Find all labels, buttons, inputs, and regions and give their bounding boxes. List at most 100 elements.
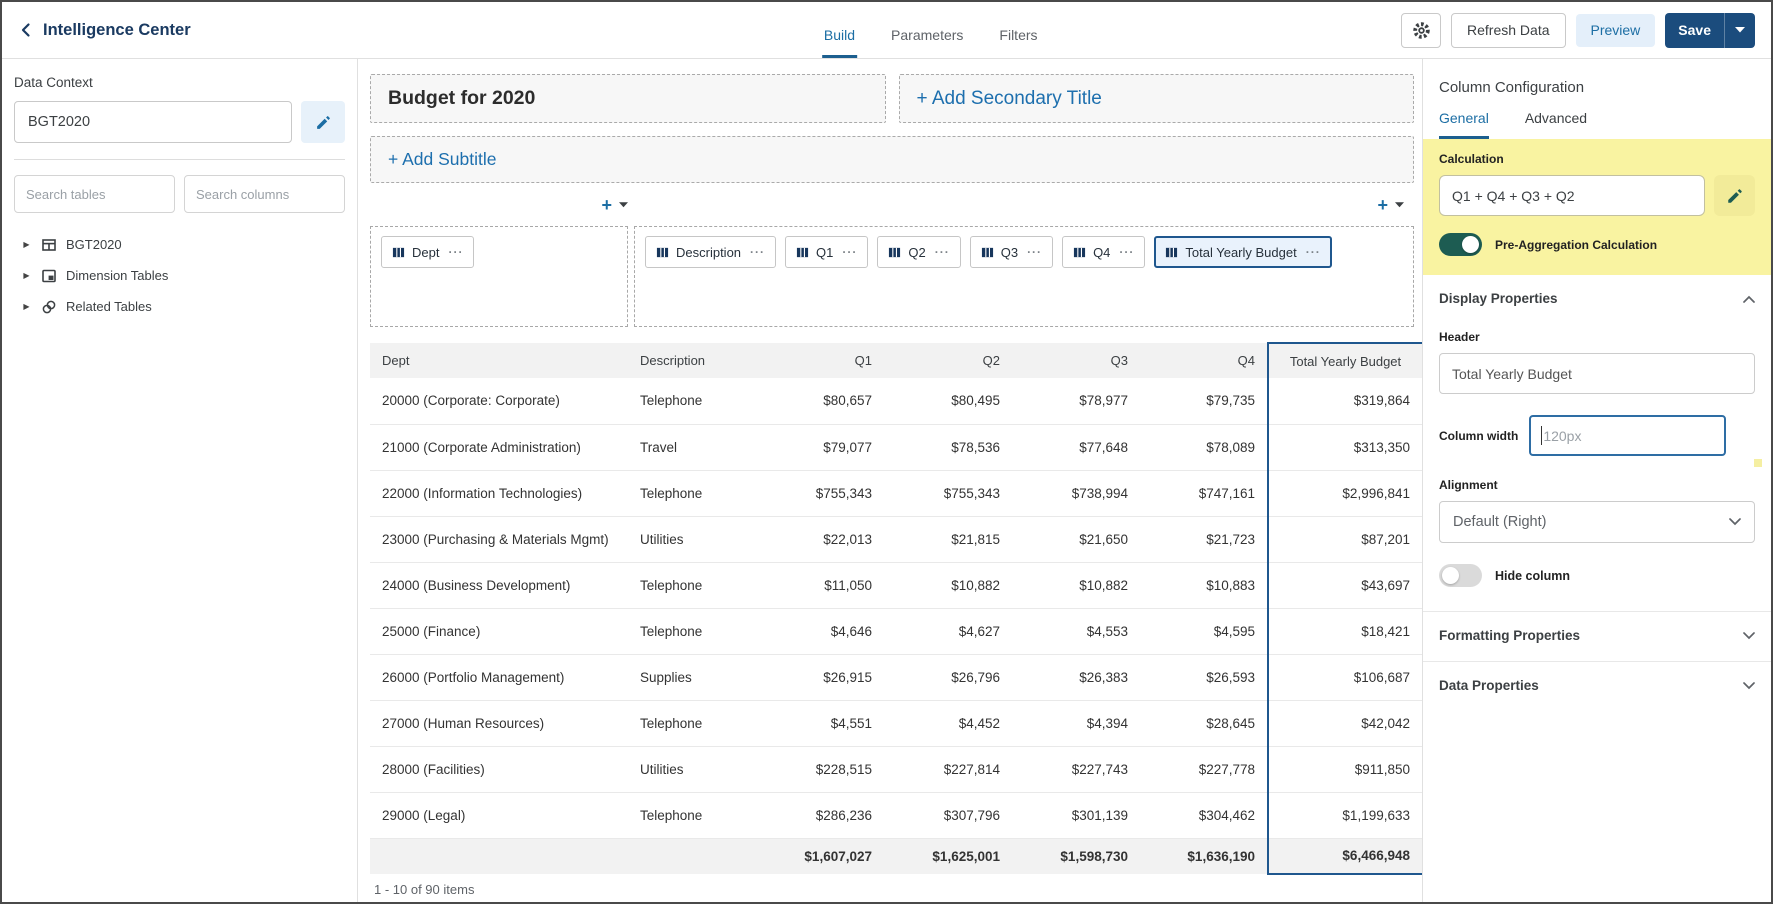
- column-header-dept[interactable]: Dept: [370, 343, 628, 378]
- table-cell: $307,796: [884, 792, 1012, 838]
- expand-caret-icon[interactable]: ▶: [21, 302, 32, 311]
- caret-down-icon[interactable]: [1395, 202, 1404, 208]
- config-tab-general[interactable]: General: [1439, 110, 1489, 139]
- save-button[interactable]: Save: [1665, 22, 1724, 38]
- edit-data-context-button[interactable]: [301, 101, 345, 143]
- table-row: 29000 (Legal)Telephone$286,236$307,796$3…: [370, 792, 1422, 838]
- tab-parameters[interactable]: Parameters: [889, 27, 965, 58]
- report-title-box[interactable]: Budget for 2020: [370, 74, 886, 123]
- total-cell: $6,466,948: [1268, 838, 1422, 874]
- report-title: Budget for 2020: [388, 87, 535, 110]
- add-secondary-title-box[interactable]: + Add Secondary Title: [899, 74, 1415, 123]
- column-chip-q1[interactable]: Q1 ···: [785, 236, 868, 268]
- calculation-input[interactable]: [1439, 175, 1705, 216]
- caret-down-icon: [1735, 27, 1745, 33]
- add-column-button[interactable]: +: [1377, 196, 1404, 214]
- expand-caret-icon[interactable]: ▶: [21, 240, 32, 249]
- chip-menu-icon[interactable]: ···: [448, 245, 463, 259]
- config-tabs: General Advanced: [1423, 110, 1771, 139]
- column-header-total-yearly-budget[interactable]: Total Yearly Budget: [1268, 343, 1422, 378]
- tree-item-dimension-tables[interactable]: ▶ Dimension Tables: [14, 260, 345, 291]
- chip-menu-icon[interactable]: ···: [1306, 245, 1321, 259]
- column-width-input[interactable]: 120px: [1529, 415, 1726, 456]
- table-cell: $738,994: [1012, 470, 1140, 516]
- column-chip-q4[interactable]: Q4···: [1062, 236, 1145, 268]
- total-cell: [370, 838, 628, 874]
- header-input[interactable]: [1439, 353, 1755, 394]
- data-context-input[interactable]: [14, 101, 292, 143]
- row-chip-dept[interactable]: Dept ···: [381, 236, 474, 268]
- search-tables-input[interactable]: [14, 175, 175, 213]
- chip-label: Q1: [816, 245, 833, 260]
- add-secondary-title-link[interactable]: + Add Secondary Title: [917, 88, 1102, 110]
- tree-item-bgt2020[interactable]: ▶BGT2020: [14, 229, 345, 260]
- tables-tree: ▶BGT2020▶Dimension Tables▶Related Tables: [14, 229, 345, 322]
- display-properties-header[interactable]: Display Properties: [1423, 275, 1771, 318]
- table-cell: $80,657: [756, 378, 884, 424]
- pre-aggregation-toggle[interactable]: [1439, 233, 1482, 256]
- chip-menu-icon[interactable]: ···: [750, 245, 765, 259]
- expand-caret-icon[interactable]: ▶: [21, 271, 32, 280]
- add-row-column-button[interactable]: +: [601, 196, 628, 214]
- column-header-q3[interactable]: Q3: [1012, 343, 1140, 378]
- back-navigation[interactable]: Intelligence Center: [18, 21, 191, 40]
- column-width-placeholder: 120px: [1543, 428, 1581, 444]
- table-cell: $18,421: [1268, 608, 1422, 654]
- view-tabs: Build Parameters Filters: [822, 2, 1040, 58]
- table-cell: $79,735: [1140, 378, 1268, 424]
- column-header-q4[interactable]: Q4: [1140, 343, 1268, 378]
- save-dropdown-button[interactable]: [1724, 13, 1755, 48]
- table-cell: Supplies: [628, 654, 756, 700]
- column-header-description[interactable]: Description: [628, 343, 756, 378]
- edit-calculation-button[interactable]: [1714, 175, 1755, 216]
- column-header-q2[interactable]: Q2: [884, 343, 1012, 378]
- table-cell: $22,013: [756, 516, 884, 562]
- caret-down-icon[interactable]: [619, 202, 628, 208]
- tree-item-label: Dimension Tables: [66, 268, 168, 283]
- hide-column-toggle[interactable]: [1439, 564, 1482, 587]
- table-cell: $4,551: [756, 700, 884, 746]
- formatting-properties-header[interactable]: Formatting Properties: [1423, 612, 1771, 655]
- preview-button[interactable]: Preview: [1576, 14, 1656, 47]
- chip-menu-icon[interactable]: ···: [1027, 245, 1042, 259]
- settings-button[interactable]: [1401, 13, 1441, 48]
- table-cell: Telephone: [628, 562, 756, 608]
- top-bar: Intelligence Center Build Parameters Filte…: [2, 2, 1771, 59]
- table-cell: $227,743: [1012, 746, 1140, 792]
- config-tab-advanced[interactable]: Advanced: [1525, 110, 1587, 139]
- table-row: 20000 (Corporate: Corporate)Telephone$80…: [370, 378, 1422, 424]
- column-fields-zone[interactable]: Description···Q1···Q2···Q3···Q4···Total …: [634, 226, 1414, 327]
- refresh-data-button[interactable]: Refresh Data: [1451, 13, 1565, 48]
- column-header-q1[interactable]: Q1: [756, 343, 884, 378]
- table-cell: $80,495: [884, 378, 1012, 424]
- chip-menu-icon[interactable]: ···: [1119, 245, 1134, 259]
- total-cell: $1,598,730: [1012, 838, 1140, 874]
- table-cell: $106,687: [1268, 654, 1422, 700]
- tree-item-related-tables[interactable]: ▶Related Tables: [14, 291, 345, 322]
- tab-filters[interactable]: Filters: [997, 27, 1039, 58]
- column-chip-q3[interactable]: Q3 ···: [970, 236, 1053, 268]
- chip-label: Q3: [1001, 245, 1018, 260]
- table-cell: Telephone: [628, 470, 756, 516]
- row-fields-zone[interactable]: Dept ···: [370, 226, 628, 327]
- dimension-icon: [41, 268, 57, 284]
- column-chip-q2[interactable]: Q2···: [877, 236, 960, 268]
- table-cell: $4,595: [1140, 608, 1268, 654]
- add-subtitle-box[interactable]: + Add Subtitle: [370, 136, 1414, 183]
- search-columns-input[interactable]: [184, 175, 345, 213]
- data-properties-header[interactable]: Data Properties: [1423, 662, 1771, 705]
- chip-menu-icon[interactable]: ···: [935, 245, 950, 259]
- column-chip-total-yearly-budget[interactable]: Total Yearly Budget···: [1154, 236, 1331, 268]
- total-cell: $1,636,190: [1140, 838, 1268, 874]
- column-chip-description[interactable]: Description···: [645, 236, 776, 268]
- table-cell: $304,462: [1140, 792, 1268, 838]
- table-cell: $911,850: [1268, 746, 1422, 792]
- budget-table: DeptDescriptionQ1Q2Q3Q4Total Yearly Budg…: [370, 342, 1422, 875]
- table-cell: $4,553: [1012, 608, 1140, 654]
- chip-label: Dept: [412, 245, 439, 260]
- table-cell: $79,077: [756, 424, 884, 470]
- alignment-select[interactable]: Default (Right): [1439, 501, 1755, 543]
- chip-menu-icon[interactable]: ···: [842, 245, 857, 259]
- add-subtitle-link[interactable]: + Add Subtitle: [388, 149, 497, 170]
- tab-build[interactable]: Build: [822, 27, 857, 58]
